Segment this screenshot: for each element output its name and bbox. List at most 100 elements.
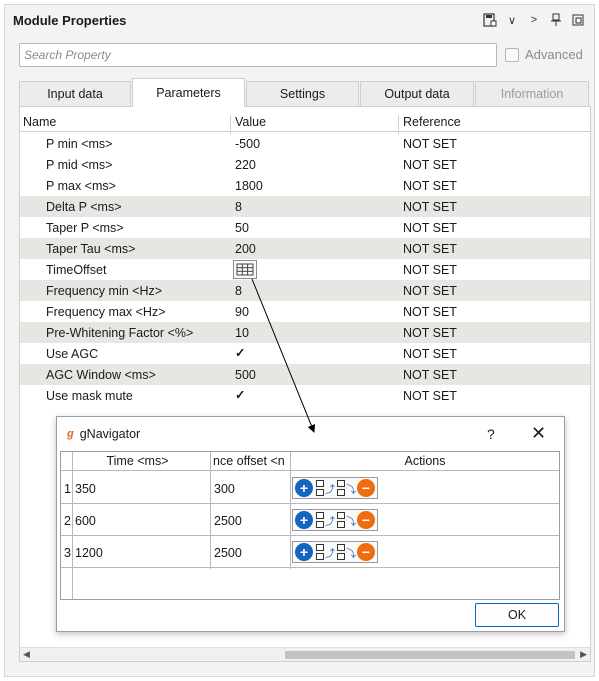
remove-row-icon[interactable]: − [357,543,375,561]
float-window-icon[interactable] [568,11,588,29]
grid-row-taper-tau[interactable]: Taper Tau <ms> 200 NOT SET [20,238,590,259]
grid-row-time-offset[interactable]: TimeOffset NOT SET [20,259,590,280]
chevron-down-icon[interactable]: ∨ [502,11,522,29]
row-name: Taper P <ms> [46,221,124,235]
insert-above-icon[interactable]: ⤴ [315,511,335,529]
table-row[interactable]: 2 600 2500 + ⤴ ⤵ − [61,504,559,536]
tab-information: Information [475,81,589,106]
scroll-right-icon[interactable]: ▶ [580,649,587,660]
row-reference[interactable]: NOT SET [403,305,457,319]
offset-cell[interactable]: 2500 [214,514,242,528]
tab-parameters[interactable]: Parameters [132,78,245,107]
header-reference[interactable]: Reference [403,115,461,129]
add-row-icon[interactable]: + [295,543,313,561]
column-header-actions[interactable]: Actions [291,452,559,471]
row-reference[interactable]: NOT SET [403,389,457,403]
row-value[interactable]: 8 [235,200,242,214]
add-row-icon[interactable]: + [295,479,313,497]
grid-row-frequency-max[interactable]: Frequency max <Hz> 90 NOT SET [20,301,590,322]
remove-row-icon[interactable]: − [357,479,375,497]
time-cell[interactable]: 350 [75,482,96,496]
row-reference[interactable]: NOT SET [403,137,457,151]
insert-below-icon[interactable]: ⤵ [336,479,356,497]
header-name[interactable]: Name [23,115,56,129]
grid-row-use-mask-mute[interactable]: Use mask mute ✓ NOT SET [20,385,590,406]
row-reference[interactable]: NOT SET [403,200,457,214]
row-name: Taper Tau <ms> [46,242,136,256]
advanced-checkbox[interactable]: Advanced [505,47,583,62]
offset-cell[interactable]: 300 [214,482,235,496]
header-value[interactable]: Value [235,115,266,129]
row-value[interactable]: 90 [235,305,249,319]
row-reference[interactable]: NOT SET [403,158,457,172]
grid-row-delta-p[interactable]: Delta P <ms> 8 NOT SET [20,196,590,217]
scroll-left-icon[interactable]: ◀ [23,649,30,660]
advanced-checkbox-box[interactable] [505,47,519,62]
row-value[interactable]: 1800 [235,179,263,193]
row-name: P mid <ms> [46,158,113,172]
insert-above-icon[interactable]: ⤴ [315,543,335,561]
search-property-input[interactable]: Search Property [19,43,497,67]
insert-below-icon[interactable]: ⤵ [336,543,356,561]
save-icon[interactable] [480,11,500,29]
table-row[interactable]: 1 350 300 + ⤴ ⤵ − [61,472,559,504]
row-actions: + ⤴ ⤵ − [292,541,378,563]
row-value[interactable]: 50 [235,221,249,235]
row-value[interactable]: 200 [235,242,256,256]
header-divider[interactable] [398,115,399,134]
horizontal-scrollbar[interactable]: ◀ ▶ [20,647,590,661]
grid-row-p-mid[interactable]: P mid <ms> 220 NOT SET [20,154,590,175]
row-name: P max <ms> [46,179,116,193]
row-name: Use AGC [46,347,99,361]
pin-icon[interactable] [546,11,566,29]
help-button[interactable]: ? [487,426,495,442]
row-reference[interactable]: NOT SET [403,326,457,340]
insert-above-icon[interactable]: ⤴ [315,479,335,497]
remove-row-icon[interactable]: − [357,511,375,529]
header-divider[interactable] [230,115,231,134]
row-reference[interactable]: NOT SET [403,179,457,193]
insert-below-icon[interactable]: ⤵ [336,511,356,529]
row-reference[interactable]: NOT SET [403,242,457,256]
row-value[interactable]: 500 [235,368,256,382]
time-cell[interactable]: 600 [75,514,96,528]
row-reference[interactable]: NOT SET [403,221,457,235]
grid-row-use-agc[interactable]: Use AGC ✓ NOT SET [20,343,590,364]
scrollbar-thumb[interactable] [285,651,575,659]
row-value[interactable]: 8 [235,284,242,298]
tab-input-data[interactable]: Input data [19,81,131,106]
gnavigator-logo-icon: g [67,428,74,440]
row-actions: + ⤴ ⤵ − [292,509,378,531]
grid-row-p-min[interactable]: P min <ms> -500 NOT SET [20,133,590,154]
grid-row-agc-window[interactable]: AGC Window <ms> 500 NOT SET [20,364,590,385]
grid-row-frequency-min[interactable]: Frequency min <Hz> 8 NOT SET [20,280,590,301]
row-value[interactable]: 220 [235,158,256,172]
chevron-right-icon[interactable]: > [524,11,544,29]
column-header-offset[interactable]: nce offset <n [211,452,291,471]
grid-row-taper-p[interactable]: Taper P <ms> 50 NOT SET [20,217,590,238]
row-value[interactable]: 10 [235,326,249,340]
table-row[interactable]: 3 1200 2500 + ⤴ ⤵ − [61,536,559,568]
row-reference[interactable]: NOT SET [403,284,457,298]
advanced-label: Advanced [525,47,583,62]
grid-row-pre-whitening[interactable]: Pre-Whitening Factor <%> 10 NOT SET [20,322,590,343]
row-reference[interactable]: NOT SET [403,368,457,382]
offset-cell[interactable]: 2500 [214,546,242,560]
time-cell[interactable]: 1200 [75,546,103,560]
use-agc-checkbox[interactable]: ✓ [235,345,245,360]
row-reference[interactable]: NOT SET [403,263,457,277]
close-button[interactable]: ✕ [531,423,546,444]
row-actions: + ⤴ ⤵ − [292,477,378,499]
tab-settings[interactable]: Settings [246,81,359,106]
use-mask-mute-checkbox[interactable]: ✓ [235,387,245,402]
row-reference[interactable]: NOT SET [403,347,457,361]
ok-button[interactable]: OK [475,603,559,627]
row-index: 1 [64,482,71,496]
column-header-time[interactable]: Time <ms> [61,452,214,471]
row-value[interactable]: -500 [235,137,260,151]
tab-output-data[interactable]: Output data [360,81,474,106]
row-index: 2 [64,514,71,528]
table-editor-icon[interactable] [233,260,257,279]
add-row-icon[interactable]: + [295,511,313,529]
grid-row-p-max[interactable]: P max <ms> 1800 NOT SET [20,175,590,196]
